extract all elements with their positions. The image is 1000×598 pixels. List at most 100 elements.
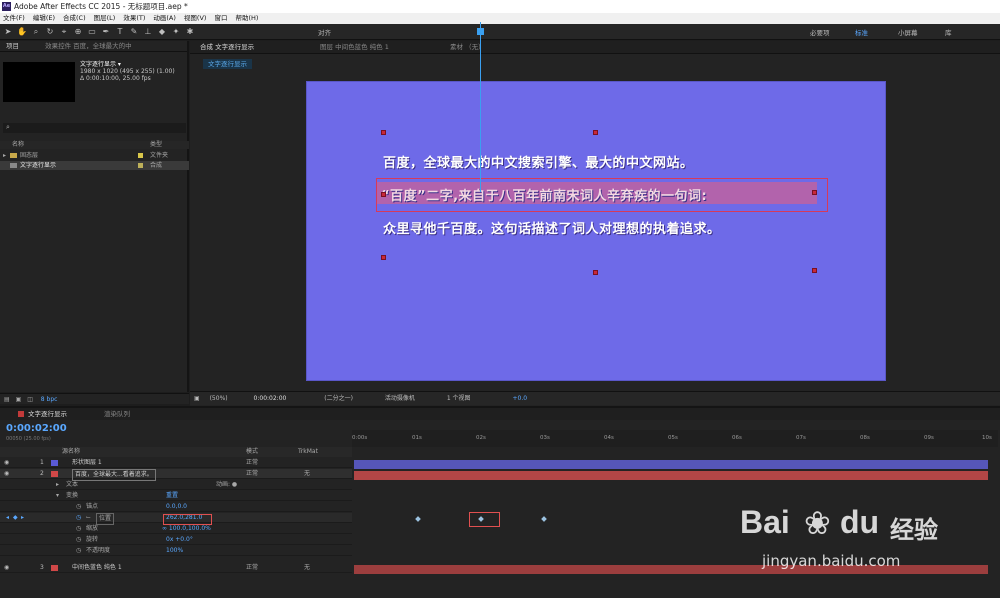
trkmat-select[interactable]: 无 (304, 563, 310, 573)
visibility-icon[interactable]: ◉ (4, 458, 9, 468)
property-value[interactable]: 0x +0.0° (166, 535, 193, 545)
property-row[interactable]: ◷ 锚点 0.0,0.0 (0, 502, 352, 512)
comp-info-name[interactable]: 文字逐行显示 ▾ (80, 61, 175, 68)
shape-tool-icon[interactable]: ▭ (86, 26, 98, 38)
property-row[interactable]: ◷ 不透明度 100% (0, 546, 352, 556)
layer-name[interactable]: 中间色蓝色 纯色 1 (72, 563, 122, 573)
text-line-3[interactable]: 众里寻他千百度。这句话描述了词人对理想的执着追求。 (383, 218, 721, 237)
layer-mode-select[interactable]: 正常 (246, 563, 258, 573)
property-value[interactable]: ∞ 100.0,100.0% (162, 524, 211, 534)
graph-icon[interactable]: ⌙ (86, 513, 91, 523)
interpret-footage-icon[interactable]: ▤ (4, 396, 10, 403)
col-source-name[interactable]: 源名称 (62, 447, 80, 457)
label-color-icon[interactable] (51, 471, 58, 477)
project-item-comp[interactable]: 文字逐行显示 合成 (0, 161, 189, 170)
zoom-tool-icon[interactable]: ⌕ (30, 26, 42, 38)
new-folder-icon[interactable]: ▣ (16, 396, 22, 403)
transform-handle[interactable] (593, 270, 598, 275)
property-row[interactable]: ▸ 文本 动画: ● (0, 480, 352, 490)
menu-animation[interactable]: 动画(A) (153, 13, 176, 24)
layer-mode-select[interactable]: 正常 (246, 458, 258, 468)
hand-tool-icon[interactable]: ✋ (16, 26, 28, 38)
layer-row[interactable]: ◉ 3 中间色蓝色 纯色 1 正常 无 (0, 563, 352, 573)
project-item-folder[interactable]: ▸ 固态层 文件夹 (0, 151, 189, 160)
always-preview-icon[interactable]: ▣ (194, 395, 200, 402)
exposure-value[interactable]: +0.0 (512, 395, 527, 402)
project-search-input[interactable]: ⌕ (3, 123, 186, 133)
layer-row[interactable]: ◉ 2 百度，全球最大...看着追求。 正常 无 (0, 469, 352, 481)
effect-controls-tab[interactable]: 效果控件 百度，全球最大的中 (45, 42, 132, 50)
layer-row[interactable]: ◉ 1 形状图层 1 正常 (0, 458, 352, 468)
playhead-icon[interactable] (477, 28, 484, 35)
views-select[interactable]: 1 个视图 (447, 395, 471, 402)
transform-handle[interactable] (381, 255, 386, 260)
workspace-essentials[interactable]: 必要项 (810, 27, 830, 37)
tab-timeline[interactable]: 文字逐行显示 (28, 408, 67, 420)
text-line-2[interactable]: “百度”二字,来自于八百年前南宋词人辛弃疾的一句词: (381, 185, 707, 204)
reset-link[interactable]: 重置 (166, 491, 178, 501)
disclosure-icon[interactable]: ▸ (3, 151, 6, 160)
menu-layer[interactable]: 图层(L) (94, 13, 116, 24)
property-row[interactable]: ▾ 变换 重置 (0, 491, 352, 501)
tab-composition[interactable]: 合成 文字逐行显示 (200, 41, 254, 54)
resolution-select[interactable]: (二分之一) (324, 395, 353, 402)
animate-menu[interactable]: 动画: ● (216, 480, 237, 490)
menu-edit[interactable]: 编辑(E) (33, 13, 55, 24)
col-name[interactable]: 名称 (12, 141, 24, 149)
bpc-button[interactable]: 8 bpc (41, 396, 58, 403)
label-color-icon[interactable] (51, 565, 58, 571)
col-trkmat[interactable]: TrkMat (298, 447, 318, 457)
timeline-timecode[interactable]: 0:00:02:00 (6, 423, 67, 434)
transform-handle[interactable] (381, 130, 386, 135)
camera-tool-icon[interactable]: ⌖ (58, 26, 70, 38)
brush-tool-icon[interactable]: ✎ (128, 26, 140, 38)
comp-viewer[interactable]: 百度，全球最大的中文搜索引擎、最大的中文网站。 “百度”二字,来自于八百年前南宋… (306, 81, 886, 381)
tab-layer[interactable]: 图层 中间色蓝色 纯色 1 (320, 41, 389, 54)
property-value[interactable]: 100% (166, 546, 183, 556)
snap-label[interactable]: 对齐 (318, 27, 331, 37)
menu-effect[interactable]: 效果(T) (123, 13, 145, 24)
disclosure-icon[interactable]: ▸ (56, 480, 59, 490)
property-value[interactable]: 0.0,0.0 (166, 502, 187, 512)
label-color-icon[interactable] (51, 460, 58, 466)
col-mode[interactable]: 模式 (246, 447, 258, 457)
menu-help[interactable]: 帮助(H) (235, 13, 258, 24)
keyframe[interactable] (415, 516, 421, 522)
transform-handle[interactable] (593, 130, 598, 135)
transform-handle[interactable] (812, 268, 817, 273)
transform-handle[interactable] (381, 192, 386, 197)
stopwatch-icon[interactable]: ◷ (76, 513, 81, 523)
workspace-standard[interactable]: 标准 (855, 27, 868, 37)
layer-name[interactable]: 形状图层 1 (72, 458, 102, 468)
comp-nav-button[interactable]: 文字逐行显示 (203, 59, 252, 69)
text-line-1[interactable]: 百度，全球最大的中文搜索引擎、最大的中文网站。 (383, 152, 694, 171)
layer-duration-bar[interactable] (354, 471, 988, 480)
selection-tool-icon[interactable]: ➤ (2, 26, 14, 38)
layer-duration-bar[interactable] (354, 460, 988, 469)
stopwatch-icon[interactable]: ◷ (76, 535, 81, 545)
disclosure-icon[interactable]: ▾ (56, 491, 59, 501)
transform-handle[interactable] (812, 190, 817, 195)
eraser-tool-icon[interactable]: ◆ (156, 26, 168, 38)
roto-brush-tool-icon[interactable]: ✦ (170, 26, 182, 38)
next-keyframe-icon[interactable]: ▸ (21, 513, 24, 523)
pen-tool-icon[interactable]: ✒ (100, 26, 112, 38)
property-row[interactable]: ◷ 旋转 0x +0.0° (0, 535, 352, 545)
menu-view[interactable]: 视图(V) (184, 13, 207, 24)
visibility-icon[interactable]: ◉ (4, 469, 9, 479)
pan-behind-tool-icon[interactable]: ⊕ (72, 26, 84, 38)
menu-file[interactable]: 文件(F) (3, 13, 25, 24)
visibility-icon[interactable]: ◉ (4, 563, 9, 573)
magnification-select[interactable]: (50%) (210, 395, 228, 402)
keyframe-toggle-icon[interactable]: ◆ (13, 513, 18, 523)
camera-select[interactable]: 活动摄像机 (385, 395, 415, 402)
project-tab[interactable]: 项目 (6, 42, 19, 50)
tab-render-queue[interactable]: 渲染队列 (104, 408, 130, 420)
puppet-tool-icon[interactable]: ✱ (184, 26, 196, 38)
time-ruler[interactable]: 0:00s 01s 02s 03s 04s 05s 06s 07s 08s 09… (352, 430, 998, 447)
menu-window[interactable]: 窗口 (214, 13, 227, 24)
property-row[interactable]: ◷ 缩放 ∞ 100.0,100.0% (0, 524, 352, 534)
trkmat-select[interactable]: 无 (304, 469, 310, 479)
rotate-tool-icon[interactable]: ↻ (44, 26, 56, 38)
prev-keyframe-icon[interactable]: ◂ (6, 513, 9, 523)
